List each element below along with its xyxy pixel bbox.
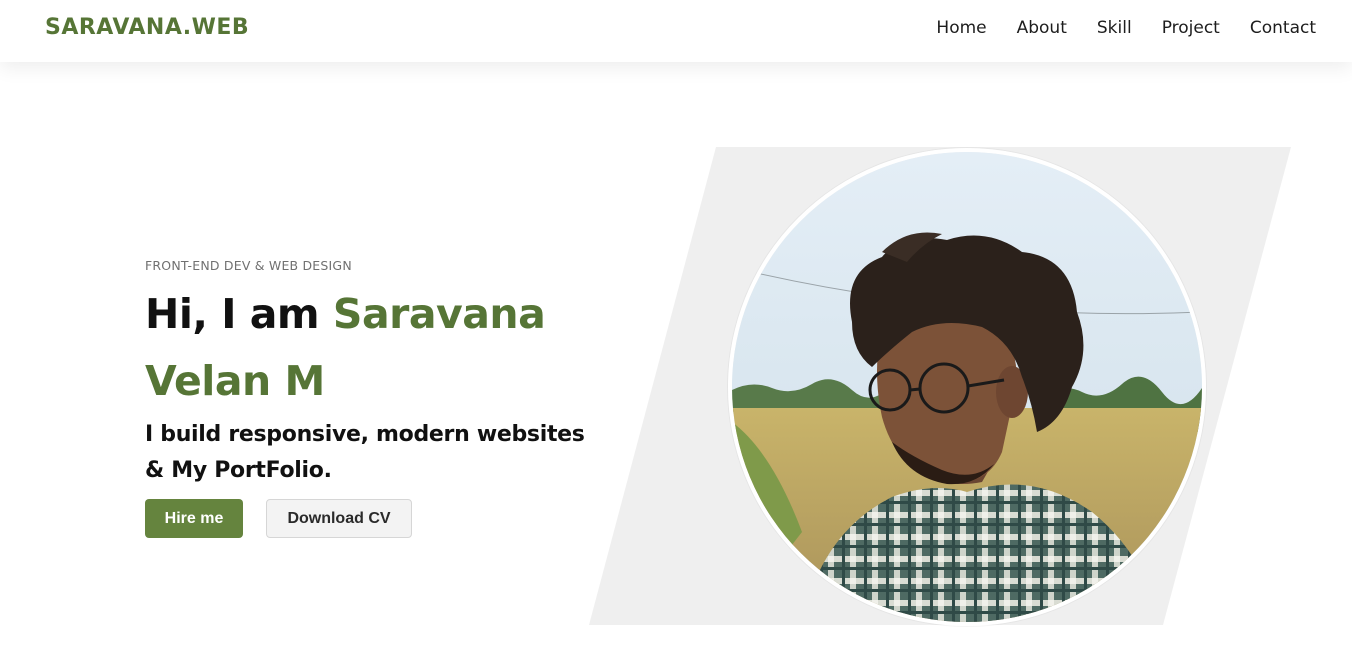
hero-greeting: Hi, I am bbox=[145, 290, 333, 338]
hero-intro: FRONT-END DEV & WEB DESIGN Hi, I am Sara… bbox=[145, 258, 625, 538]
hero-subtitle-line2: & My PortFolio. bbox=[145, 458, 332, 483]
nav-link-skill[interactable]: Skill bbox=[1097, 18, 1132, 38]
main-nav: Home About Skill Project Contact bbox=[936, 18, 1316, 38]
nav-link-home[interactable]: Home bbox=[936, 18, 986, 38]
hero-tagline: FRONT-END DEV & WEB DESIGN bbox=[145, 258, 352, 273]
hero-subtitle-line1: I build responsive, modern websites bbox=[145, 422, 585, 447]
hero-actions: Hire me Download CV bbox=[145, 499, 625, 538]
hero-subtitle: I build responsive, modern websites & My… bbox=[145, 417, 625, 489]
site-logo[interactable]: SARAVANA.WEB bbox=[45, 15, 249, 40]
download-cv-button[interactable]: Download CV bbox=[266, 499, 412, 538]
site-header: SARAVANA.WEB Home About Skill Project Co… bbox=[0, 0, 1352, 62]
profile-photo bbox=[728, 148, 1206, 626]
nav-link-contact[interactable]: Contact bbox=[1250, 18, 1316, 38]
nav-link-project[interactable]: Project bbox=[1162, 18, 1220, 38]
profile-photo-illustration bbox=[732, 152, 1202, 622]
hero-headline: Hi, I am Saravana Velan M bbox=[145, 281, 625, 415]
nav-link-about[interactable]: About bbox=[1017, 18, 1067, 38]
hire-me-button[interactable]: Hire me bbox=[145, 499, 243, 538]
